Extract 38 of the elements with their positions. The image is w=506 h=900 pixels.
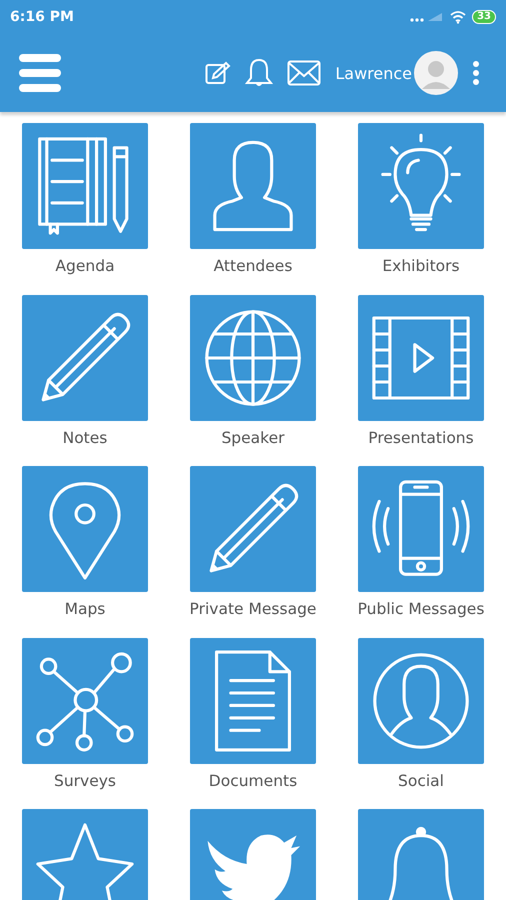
tile-label: Notes [62,428,108,446]
tile-label: Public Messages [358,600,484,618]
tile-label: Agenda [55,257,115,275]
feature-tile[interactable] [22,294,148,420]
signal-icon [410,12,444,22]
feature-tile[interactable] [22,638,148,764]
feature-tile[interactable] [22,809,148,900]
tile-label: Exhibitors [382,257,460,275]
menu-icon[interactable] [19,54,61,92]
bell-icon[interactable] [245,58,274,88]
mail-icon[interactable] [287,60,322,86]
tile-label: Presentations [368,428,474,446]
tile-label: Social [398,772,444,790]
feature-tile[interactable] [22,123,148,249]
tile-label: Maps [64,600,106,618]
feature-tile[interactable] [358,123,484,249]
tile-label: Speaker [221,428,285,446]
tile-label: Surveys [54,772,116,790]
tile-label: Attendees [214,257,292,275]
feature-tile[interactable] [358,294,484,420]
tile-label: Documents [208,772,298,790]
edit-icon[interactable] [205,61,232,85]
feature-tile[interactable] [190,638,316,764]
feature-tile[interactable] [190,466,316,592]
wifi-icon [450,10,466,24]
battery-indicator: 33 [472,10,496,24]
more-icon[interactable] [472,61,480,85]
feature-tile[interactable] [190,294,316,420]
user-name: Lawrence [335,64,412,82]
feature-tile[interactable] [22,466,148,592]
avatar-icon[interactable] [414,51,458,95]
feature-tile[interactable] [358,638,484,764]
feature-tile[interactable] [358,466,484,592]
status-time: 6:16 PM [10,9,74,25]
tile-label: Private Message [190,600,316,618]
feature-tile[interactable] [190,809,316,900]
feature-tile[interactable] [190,123,316,249]
feature-tile[interactable] [358,809,484,900]
